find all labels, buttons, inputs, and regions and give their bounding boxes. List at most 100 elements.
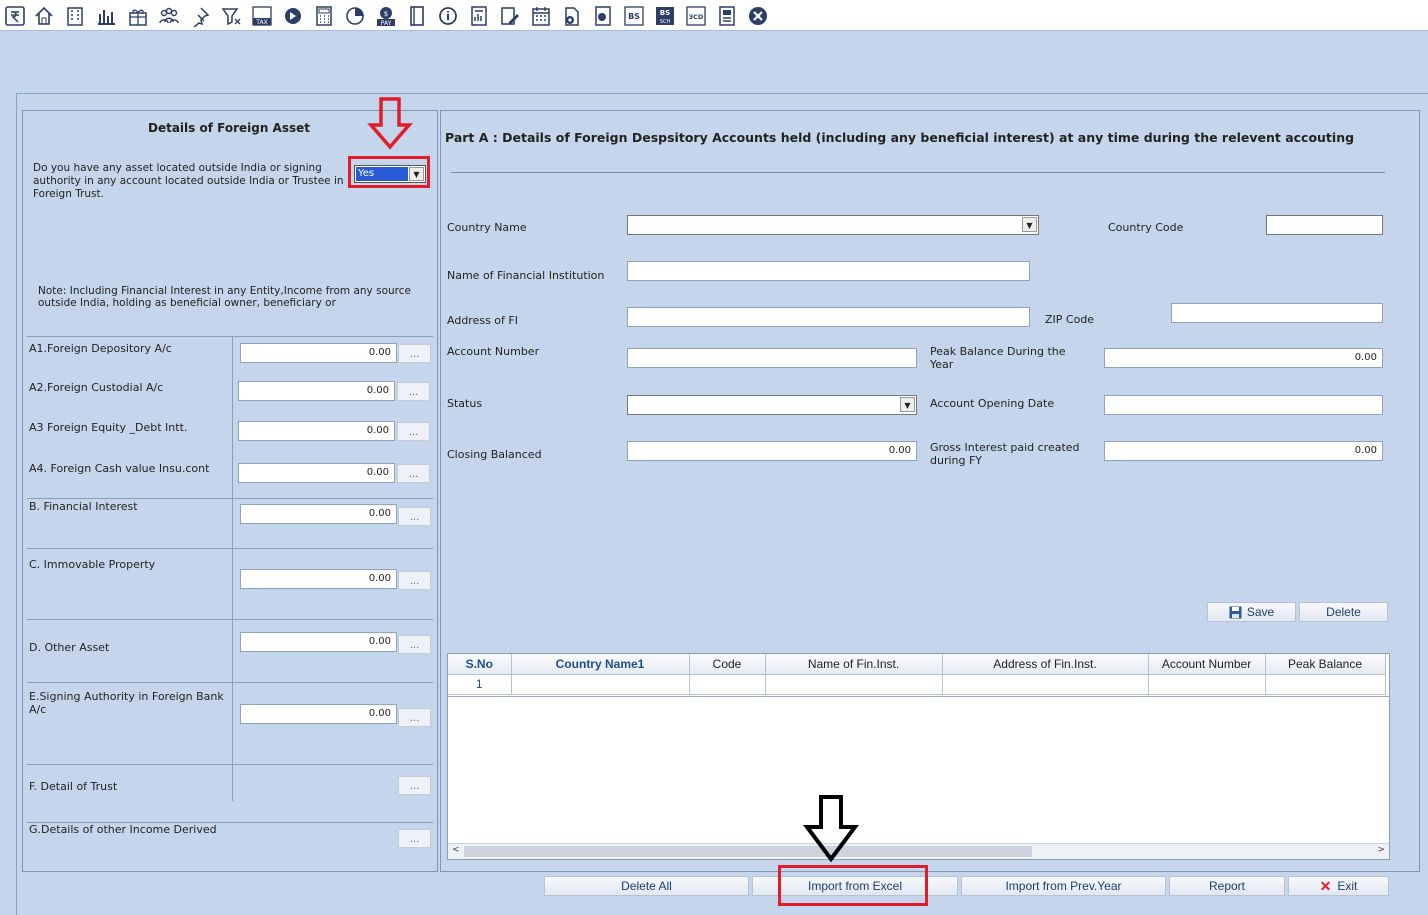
highlight-box-yes xyxy=(348,156,430,188)
a1-detail-button[interactable]: ... xyxy=(398,344,431,363)
filter-icon[interactable] xyxy=(220,5,242,27)
b-amount-field[interactable]: 0.00 xyxy=(240,504,397,524)
a1-amount-field[interactable]: 0.00 xyxy=(240,343,397,363)
calendar-icon[interactable] xyxy=(530,5,552,27)
row-label-b: B. Financial Interest xyxy=(29,500,138,513)
table-cell[interactable]: 1 xyxy=(448,674,512,695)
toolbar: TAX $ PAY BS BS SCH 3CD xyxy=(0,0,1428,31)
column-header[interactable]: Account Number xyxy=(1148,654,1266,675)
column-header[interactable]: Name of Fin.Inst. xyxy=(765,654,943,675)
column-header[interactable]: Code xyxy=(689,654,766,675)
a4-detail-button[interactable]: ... xyxy=(397,464,430,483)
table-cell[interactable] xyxy=(511,674,690,695)
fin-inst-field[interactable] xyxy=(627,261,1030,281)
table-cell[interactable] xyxy=(1148,674,1266,695)
table-cell[interactable] xyxy=(689,674,766,695)
info-icon[interactable] xyxy=(437,5,459,27)
a2-detail-button[interactable]: ... xyxy=(397,382,430,401)
edit-doc-icon[interactable] xyxy=(499,5,521,27)
add-doc-icon[interactable] xyxy=(561,5,583,27)
svg-text:$: $ xyxy=(384,10,388,18)
building-icon[interactable] xyxy=(64,5,86,27)
status-select[interactable]: ▼ xyxy=(627,395,917,415)
column-header[interactable]: Country Name1 xyxy=(511,654,690,675)
opening-date-field[interactable] xyxy=(1104,395,1383,415)
toggle-icon[interactable] xyxy=(282,5,304,27)
horizontal-scrollbar[interactable]: < > xyxy=(448,843,1389,859)
table-row[interactable]: 1 xyxy=(448,674,1386,695)
accounts-grid: S.No Country Name1 Code Name of Fin.Inst… xyxy=(447,653,1390,860)
chevron-left-icon[interactable]: < xyxy=(452,845,460,855)
divider xyxy=(27,682,433,683)
row-label-e: E.Signing Authority in Foreign Bank A/c xyxy=(29,690,224,716)
gift-icon[interactable] xyxy=(127,5,149,27)
c-amount-field[interactable]: 0.00 xyxy=(240,569,397,589)
bs-icon[interactable]: BS xyxy=(623,5,645,27)
divider xyxy=(27,548,433,549)
pie-icon[interactable] xyxy=(344,5,366,27)
import-prev-year-button[interactable]: Import from Prev.Year xyxy=(961,876,1166,896)
form-icon[interactable] xyxy=(716,5,738,27)
table-cell[interactable] xyxy=(1265,674,1386,695)
a3-amount-field[interactable]: 0.00 xyxy=(238,421,395,441)
bar-chart-icon[interactable] xyxy=(95,5,117,27)
chevron-down-icon[interactable]: ▼ xyxy=(1022,217,1037,232)
f-detail-button[interactable]: ... xyxy=(398,776,431,795)
pin-icon[interactable] xyxy=(189,5,211,27)
doc-search-icon[interactable] xyxy=(592,5,614,27)
tax-icon[interactable]: TAX xyxy=(251,5,273,27)
book-icon[interactable] xyxy=(406,5,428,27)
x-icon: ✕ xyxy=(1319,878,1332,894)
divider xyxy=(232,336,233,801)
b-detail-button[interactable]: ... xyxy=(398,507,431,526)
a2-amount-field[interactable]: 0.00 xyxy=(238,381,395,401)
country-name-label: Country Name xyxy=(447,221,527,234)
d-detail-button[interactable]: ... xyxy=(398,635,431,654)
closing-balance-field[interactable]: 0.00 xyxy=(627,441,917,461)
d-amount-field[interactable]: 0.00 xyxy=(240,632,397,652)
c-detail-button[interactable]: ... xyxy=(398,571,431,590)
closing-balance-label: Closing Balanced xyxy=(447,448,542,461)
home-icon[interactable] xyxy=(33,5,55,27)
a4-amount-field[interactable]: 0.00 xyxy=(238,463,395,483)
group-icon[interactable] xyxy=(158,5,180,27)
scrollbar-thumb[interactable] xyxy=(464,846,1032,857)
zip-field[interactable] xyxy=(1171,303,1383,323)
calculator-icon[interactable] xyxy=(313,5,335,27)
table-cell[interactable] xyxy=(765,674,943,695)
column-header[interactable]: Peak Balance xyxy=(1265,654,1386,675)
chevron-right-icon[interactable]: > xyxy=(1377,845,1385,855)
address-field[interactable] xyxy=(627,307,1030,327)
delete-button[interactable]: Delete xyxy=(1299,602,1388,622)
peak-balance-label: Peak Balance During the Year xyxy=(930,345,1066,371)
row-label-d: D. Other Asset xyxy=(29,641,110,654)
black-arrow-down-icon xyxy=(803,795,859,863)
table-cell[interactable] xyxy=(942,674,1149,695)
g-detail-button[interactable]: ... xyxy=(398,829,431,848)
country-code-field[interactable] xyxy=(1266,215,1383,235)
3cd-icon[interactable]: 3CD xyxy=(685,5,707,27)
bs-sch-icon[interactable]: BS SCH xyxy=(654,5,676,27)
svg-text:TAX: TAX xyxy=(255,19,267,26)
country-name-select[interactable]: ▼ xyxy=(627,215,1039,235)
chevron-down-icon[interactable]: ▼ xyxy=(900,397,915,412)
column-header[interactable]: S.No xyxy=(448,654,512,675)
rupee-icon[interactable] xyxy=(4,5,26,27)
gross-interest-label: Gross Interest paid created during FY xyxy=(930,441,1080,467)
exit-button[interactable]: ✕ Exit xyxy=(1288,876,1389,896)
peak-balance-field[interactable]: 0.00 xyxy=(1104,348,1383,368)
report-icon[interactable] xyxy=(468,5,490,27)
close-icon[interactable] xyxy=(747,5,769,27)
delete-all-button[interactable]: Delete All xyxy=(544,876,749,896)
report-button[interactable]: Report xyxy=(1169,876,1285,896)
a3-detail-button[interactable]: ... xyxy=(397,422,430,441)
column-header[interactable]: Address of Fin.Inst. xyxy=(942,654,1149,675)
gross-interest-field[interactable]: 0.00 xyxy=(1104,441,1383,461)
floppy-disk-icon xyxy=(1229,606,1242,618)
opening-date-label: Account Opening Date xyxy=(930,397,1055,410)
pay-icon[interactable]: $ PAY xyxy=(375,5,397,27)
e-amount-field[interactable]: 0.00 xyxy=(240,704,397,724)
e-detail-button[interactable]: ... xyxy=(398,708,431,727)
save-button[interactable]: Save xyxy=(1207,602,1296,622)
account-number-field[interactable] xyxy=(627,348,917,368)
